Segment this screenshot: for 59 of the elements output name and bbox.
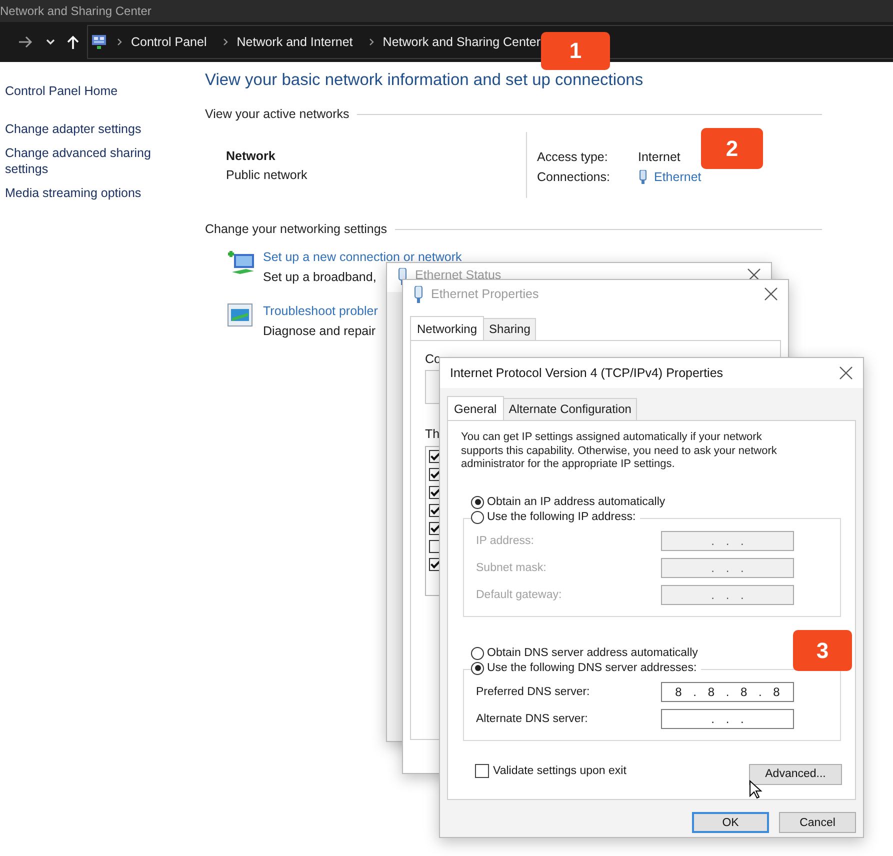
network-type: Public network xyxy=(226,167,308,184)
ip-address-field[interactable]: . . . xyxy=(661,709,794,729)
sidebar-link[interactable]: Control Panel Home xyxy=(5,83,175,99)
field-label: Th xyxy=(425,426,440,442)
ethernet-plug-icon xyxy=(638,170,648,184)
window-title: Network and Sharing Center xyxy=(0,4,152,18)
access-type-label: Access type: xyxy=(537,149,609,166)
validate-checkbox[interactable]: Validate settings upon exit xyxy=(475,764,626,778)
number-callout: 3 xyxy=(793,630,852,671)
up-arrow-icon[interactable] xyxy=(66,34,80,50)
tab[interactable]: Alternate Configuration xyxy=(502,398,638,420)
settings-link[interactable]: Troubleshoot probler xyxy=(263,302,378,320)
forward-arrow-icon[interactable] xyxy=(18,35,33,49)
network-setup-icon xyxy=(226,248,256,275)
radio-button[interactable]: Use the following DNS server addresses: xyxy=(471,662,701,674)
settings-description: Set up a broadband, xyxy=(263,269,376,286)
field-label: Preferred DNS server: xyxy=(476,686,591,698)
chevron-right-icon xyxy=(117,38,122,46)
section-title: Change your networking settings xyxy=(205,221,388,237)
radio-button[interactable]: Use the following IP address: xyxy=(471,510,640,524)
dialog-title: Internet Protocol Version 4 (TCP/IPv4) Properties xyxy=(450,366,724,380)
intro-text: You can get IP settings assigned automatically if your network supports this capability. Otherwise, you need to ask your network administrator for the appropriate IP settings. xyxy=(461,431,778,472)
field-label: Subnet mask: xyxy=(476,562,548,574)
close-icon[interactable] xyxy=(764,287,778,301)
tab[interactable]: Sharing xyxy=(483,318,536,340)
control-panel-icon xyxy=(91,34,107,50)
cancel-button[interactable]: Cancel xyxy=(779,812,856,833)
settings-link[interactable]: Set up a new connection or network xyxy=(263,248,462,266)
sidebar-link[interactable]: Change advanced sharing settings xyxy=(5,145,175,177)
close-icon[interactable] xyxy=(747,268,761,282)
connections-label: Connections: xyxy=(537,169,611,186)
access-type-value: Internet xyxy=(638,149,680,166)
close-icon[interactable] xyxy=(839,366,853,380)
section-title: View your active networks xyxy=(205,106,350,122)
chevron-right-icon xyxy=(368,38,374,46)
field-label: Default gateway: xyxy=(476,589,563,601)
network-name: Network xyxy=(226,148,276,165)
number-callout: 2 xyxy=(701,128,763,169)
breadcrumb[interactable]: Network and Internet xyxy=(236,35,353,49)
number-callout: 1 xyxy=(541,32,610,70)
tab[interactable]: Networking xyxy=(410,316,484,340)
settings-description: Diagnose and repair xyxy=(263,323,376,340)
tab[interactable]: General xyxy=(447,396,504,420)
ethernet-plug-icon xyxy=(413,286,424,302)
sidebar-link[interactable]: Media streaming options xyxy=(5,185,175,201)
sidebar-link[interactable]: Change adapter settings xyxy=(5,121,175,137)
dropdown-chevron-icon[interactable] xyxy=(46,39,55,45)
ok-button[interactable]: OK xyxy=(692,812,769,833)
chevron-right-icon xyxy=(222,38,228,46)
ip-address-field[interactable]: 8 . 8 . 8 . 8 xyxy=(661,682,794,702)
dialog-title: Ethernet Properties xyxy=(431,287,540,301)
field-label: Alternate DNS server: xyxy=(476,713,589,725)
breadcrumb[interactable]: Network and Sharing Center xyxy=(382,35,541,49)
advanced-button[interactable]: Advanced... xyxy=(749,764,842,784)
ethernet-link[interactable]: Ethernet xyxy=(654,167,702,187)
page-heading: View your basic network information and set up connections xyxy=(205,70,644,91)
field-label: IP address: xyxy=(476,535,535,547)
dialog-title: Ethernet Status xyxy=(415,268,502,282)
breadcrumb[interactable]: Control Panel xyxy=(131,35,207,49)
